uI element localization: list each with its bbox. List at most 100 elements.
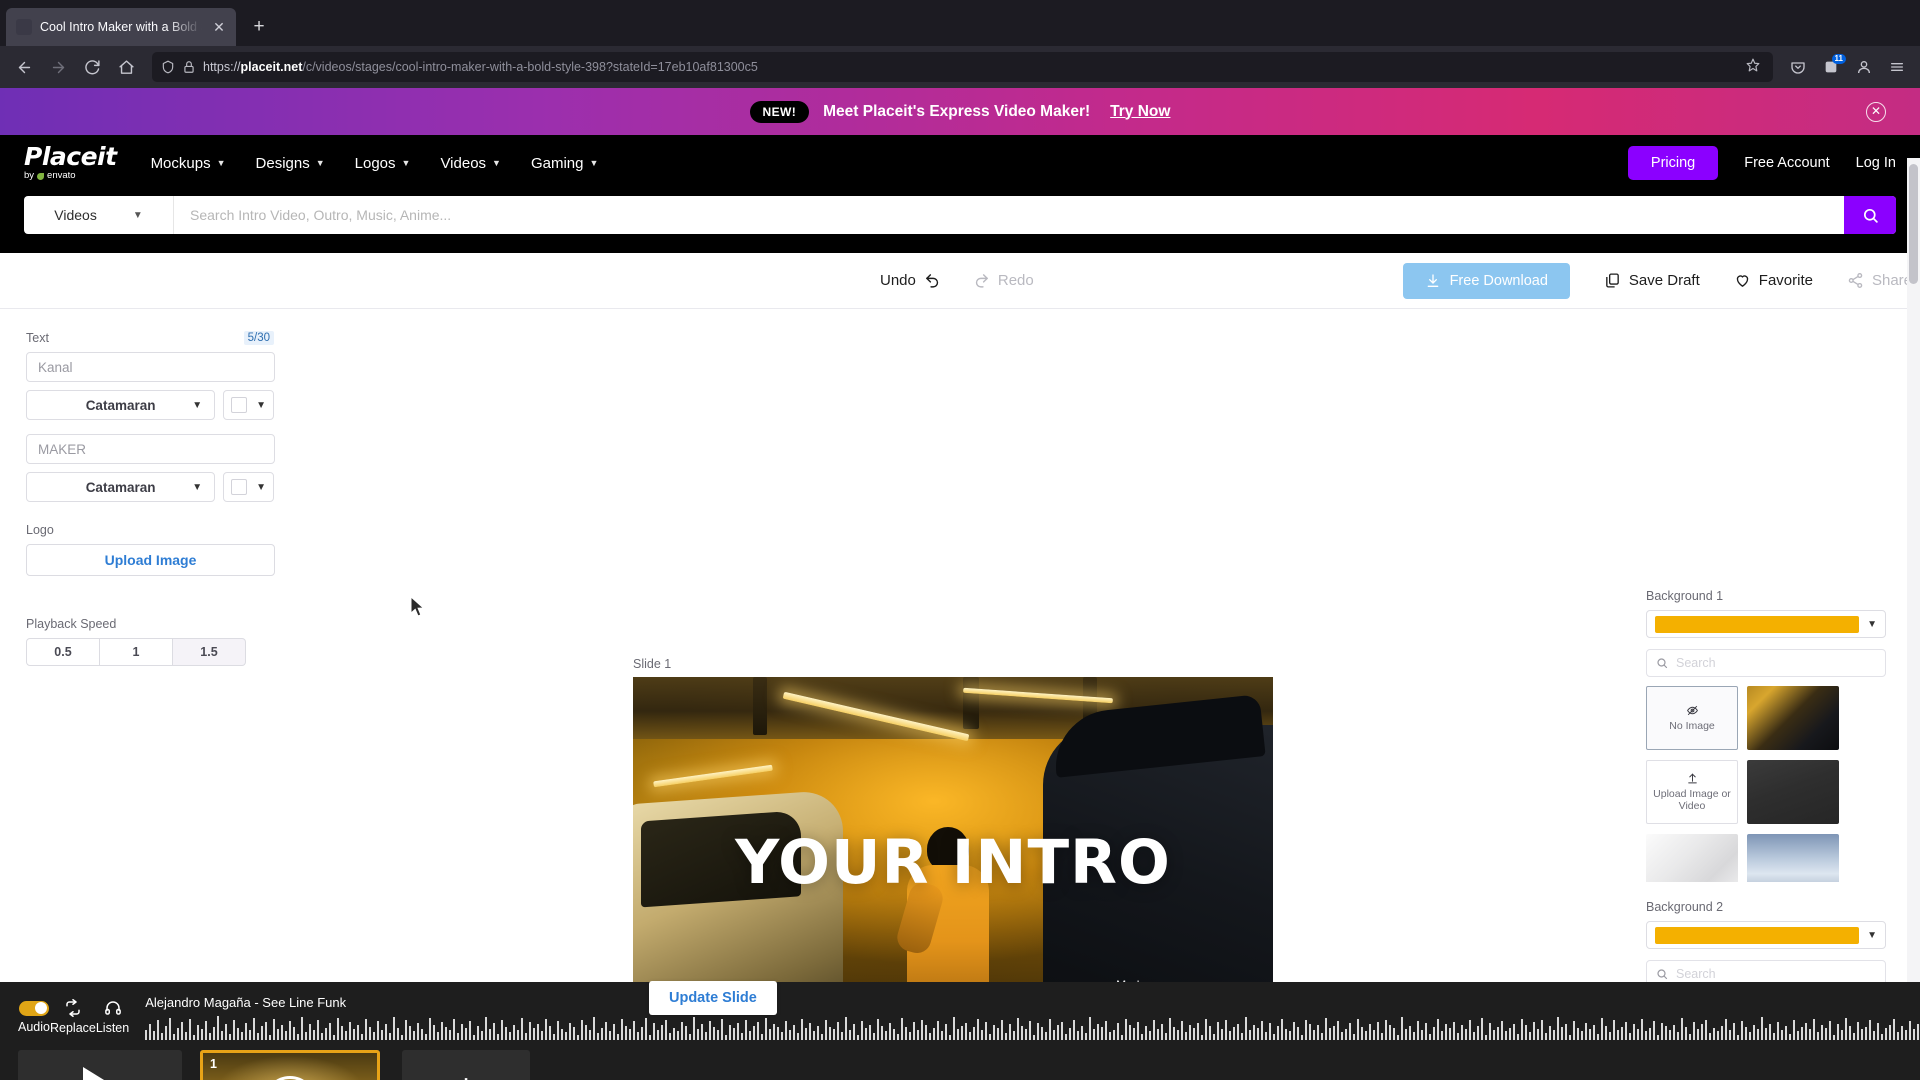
waveform-bar xyxy=(241,1031,244,1040)
waveform-bar xyxy=(1893,1018,1896,1040)
waveform-bar xyxy=(797,1032,800,1040)
forward-icon[interactable] xyxy=(42,51,74,83)
waveform-bar xyxy=(913,1021,916,1040)
speed-option-1[interactable]: 1 xyxy=(100,638,173,666)
speed-option-0-5[interactable]: 0.5 xyxy=(26,638,100,666)
waveform-bar xyxy=(765,1017,768,1040)
background2-label: Background 2 xyxy=(1646,900,1724,914)
audio-track: Alejandro Magaña - See Line Funk xyxy=(145,995,1920,1040)
reload-icon[interactable] xyxy=(76,51,108,83)
background2-color-picker[interactable]: ▼ xyxy=(1646,921,1886,949)
bg1-no-image-option[interactable]: No Image xyxy=(1646,686,1738,750)
waveform-bar xyxy=(217,1015,220,1040)
waveform-bar xyxy=(1609,1031,1612,1040)
background1-search[interactable]: Search xyxy=(1646,649,1886,677)
play-all-slides-button[interactable]: Play All Slides xyxy=(18,1050,182,1080)
back-icon[interactable] xyxy=(8,51,40,83)
waveform-bar xyxy=(945,1023,948,1040)
waveform-bar xyxy=(149,1023,152,1040)
bg1-thumb-white-marble[interactable] xyxy=(1646,834,1738,882)
free-account-link[interactable]: Free Account xyxy=(1744,155,1829,171)
text-line2-input[interactable]: MAKER xyxy=(26,434,275,464)
waveform-bar xyxy=(989,1033,992,1040)
nav-item-videos[interactable]: Videos ▼ xyxy=(440,155,501,172)
upload-image-button[interactable]: Upload Image xyxy=(26,544,275,576)
nav-item-logos[interactable]: Logos ▼ xyxy=(355,155,411,172)
pricing-button[interactable]: Pricing xyxy=(1627,146,1719,180)
nav-item-mockups[interactable]: Mockups ▼ xyxy=(151,155,226,172)
page-scrollbar[interactable] xyxy=(1907,158,1920,1080)
free-download-button[interactable]: Free Download xyxy=(1402,262,1570,299)
waveform-bar xyxy=(917,1029,920,1040)
waveform-bar xyxy=(1169,1017,1172,1040)
chevron-down-icon: ▼ xyxy=(315,158,325,168)
close-icon[interactable]: ✕ xyxy=(210,18,228,36)
bg1-thumb-snow-walker[interactable] xyxy=(1747,834,1839,882)
background1-color-picker[interactable]: ▼ xyxy=(1646,610,1886,638)
share-button[interactable]: Share xyxy=(1847,272,1912,289)
nav-item-gaming[interactable]: Gaming ▼ xyxy=(531,155,598,172)
font-select-line1[interactable]: Catamaran ▼ xyxy=(26,390,216,420)
color-select-line1[interactable]: ▼ xyxy=(223,390,274,420)
waveform-bar xyxy=(1605,1025,1608,1040)
favorite-button[interactable]: Favorite xyxy=(1734,272,1813,289)
log-in-link[interactable]: Log In xyxy=(1856,155,1896,171)
waveform-bar xyxy=(1357,1018,1360,1040)
account-icon[interactable] xyxy=(1849,52,1879,82)
browser-tab[interactable]: Cool Intro Maker with a Bold St ✕ xyxy=(6,8,236,46)
undo-button[interactable]: Undo xyxy=(880,272,941,289)
menu-icon[interactable] xyxy=(1882,52,1912,82)
update-slide-button[interactable]: Update Slide xyxy=(649,981,777,1015)
home-icon[interactable] xyxy=(110,51,142,83)
left-settings-panel: Text 5/30 Kanal Catamaran ▼ ▼ MAKER Cata… xyxy=(0,309,300,666)
waveform-bar xyxy=(629,1028,632,1040)
waveform-bar xyxy=(153,1030,156,1040)
waveform-bar xyxy=(841,1031,844,1040)
add-slide-button[interactable]: + Add Slide xyxy=(402,1050,530,1080)
waveform-bar xyxy=(621,1018,624,1040)
waveform-bar xyxy=(1277,1025,1280,1040)
waveform-bar xyxy=(1533,1021,1536,1040)
pocket-icon[interactable] xyxy=(1783,52,1813,82)
nav-label: Gaming xyxy=(530,154,584,172)
bg1-thumb-garage-night[interactable] xyxy=(1747,686,1839,750)
search-input[interactable] xyxy=(174,196,1844,234)
audio-waveform[interactable] xyxy=(145,1014,1920,1040)
waveform-bar xyxy=(1625,1021,1628,1040)
promo-close-icon[interactable]: ✕ xyxy=(1866,101,1886,122)
search-category-select[interactable]: Videos ▼ xyxy=(24,196,174,234)
new-tab-button[interactable]: + xyxy=(244,12,274,42)
url-bar[interactable]: https://placeit.net/c/videos/stages/cool… xyxy=(152,52,1773,82)
replace-audio-button[interactable]: Replace xyxy=(50,999,96,1035)
waveform-bar xyxy=(1817,1031,1820,1040)
promo-try-now-link[interactable]: Try Now xyxy=(1110,103,1170,121)
save-draft-button[interactable]: Save Draft xyxy=(1604,272,1700,289)
text-line1-input[interactable]: Kanal xyxy=(26,352,275,382)
extension-icon[interactable]: 11 xyxy=(1816,52,1846,82)
speed-option-1-5[interactable]: 1.5 xyxy=(173,638,246,666)
waveform-bar xyxy=(1461,1024,1464,1040)
nav-item-designs[interactable]: Designs ▼ xyxy=(256,155,325,172)
audio-toggle[interactable]: Audio xyxy=(18,1000,50,1034)
search-submit-button[interactable] xyxy=(1844,196,1896,234)
color-select-line2[interactable]: ▼ xyxy=(223,472,274,502)
placeit-logo[interactable]: Placeit by envato xyxy=(24,144,117,182)
waveform-bar xyxy=(1765,1027,1768,1040)
waveform-bar xyxy=(701,1023,704,1040)
listen-audio-button[interactable]: Listen xyxy=(96,999,129,1035)
waveform-bar xyxy=(1861,1028,1864,1040)
slide-thumbnail-1[interactable]: 1 YOUR IMAGE HERE Placeit.biz Placeit xyxy=(200,1050,380,1080)
waveform-bar xyxy=(1161,1023,1164,1040)
waveform-bar xyxy=(545,1018,548,1040)
waveform-bar xyxy=(337,1017,340,1040)
bg1-upload-option[interactable]: Upload Image or Video xyxy=(1646,760,1738,824)
toggle-switch[interactable] xyxy=(18,1000,49,1016)
mouse-cursor xyxy=(411,597,425,617)
page-scrollbar-thumb[interactable] xyxy=(1909,164,1918,284)
font-select-line2[interactable]: Catamaran ▼ xyxy=(26,472,216,502)
waveform-bar xyxy=(177,1027,180,1040)
bg1-thumb-dark-sand[interactable] xyxy=(1747,760,1839,824)
redo-button[interactable]: Redo xyxy=(973,272,1034,289)
bookmark-star-icon[interactable] xyxy=(1742,58,1764,77)
text-line2-value: MAKER xyxy=(38,441,87,457)
